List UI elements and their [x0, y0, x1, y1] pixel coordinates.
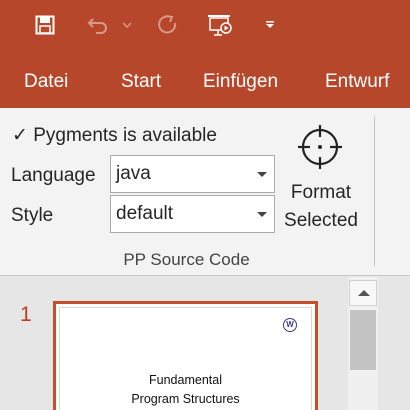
ribbon-panel: ✓ Pygments is available Language java St…	[0, 108, 410, 276]
group-label: PP Source Code	[123, 250, 250, 269]
tab-datei[interactable]: Datei	[24, 52, 68, 108]
slide-thumbnail[interactable]: W Fundamental Program Structures	[53, 301, 318, 410]
quick-access-toolbar	[0, 0, 410, 52]
chevron-down-icon	[257, 212, 267, 217]
format-selected-button[interactable]: Format Selected	[279, 118, 363, 242]
undo-icon[interactable]	[84, 12, 112, 38]
slide-title-line2: Program Structures	[131, 392, 240, 406]
arrow-up-icon	[358, 290, 370, 296]
chevron-down-icon	[257, 172, 267, 177]
ribbon-divider	[374, 116, 375, 266]
slide-title-line1: Fundamental	[149, 373, 222, 387]
redo-icon[interactable]	[154, 12, 180, 38]
tab-einfuegen[interactable]: Einfügen	[203, 52, 278, 108]
scroll-up-button[interactable]	[349, 280, 377, 306]
language-dropdown[interactable]: java	[110, 155, 275, 193]
start-from-beginning-icon[interactable]	[205, 12, 235, 38]
tab-entwurf[interactable]: Entwurf	[325, 52, 389, 108]
slide-number: 1	[20, 303, 32, 326]
tab-start[interactable]: Start	[121, 52, 161, 108]
logo-icon: W	[283, 318, 297, 332]
undo-dropdown-icon[interactable]	[120, 12, 134, 38]
format-label: Format	[290, 182, 352, 203]
language-value: java	[116, 163, 151, 184]
crosshair-icon	[298, 125, 342, 169]
slide-canvas: W Fundamental Program Structures	[59, 307, 312, 410]
customize-toolbar-icon[interactable]	[262, 12, 278, 38]
save-icon[interactable]	[32, 12, 58, 38]
selected-label: Selected	[284, 210, 358, 231]
style-label: Style	[11, 205, 54, 226]
language-label: Language	[11, 165, 96, 186]
style-value: default	[116, 203, 174, 224]
style-dropdown[interactable]: default	[110, 195, 275, 233]
pygments-status: ✓ Pygments is available	[12, 125, 217, 146]
scrollbar-thumb[interactable]	[350, 310, 376, 370]
ribbon-tabs: Datei Start Einfügen Entwurf	[0, 52, 410, 108]
